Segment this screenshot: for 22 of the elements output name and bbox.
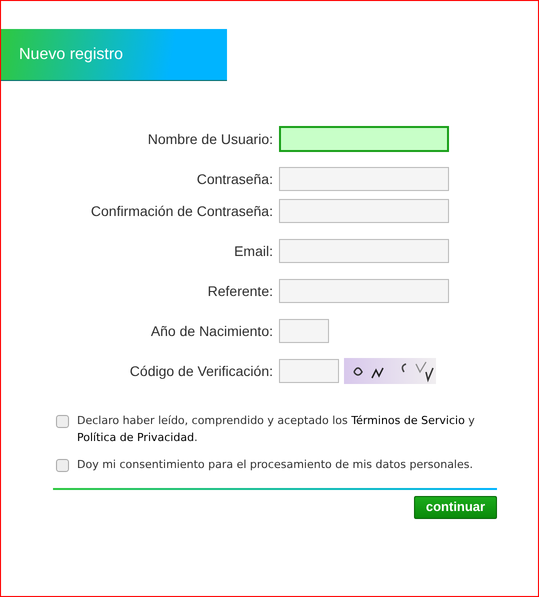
- input-field[interactable]: [279, 167, 449, 191]
- continue-button[interactable]: continuar: [414, 496, 497, 518]
- field-label: Año de Nacimiento:: [150, 322, 274, 340]
- agreement-text: Doy mi consentimiento para el procesamiento de mis datos personales.: [77, 457, 473, 473]
- input-field[interactable]: [279, 126, 449, 152]
- checkbox[interactable]: [56, 415, 69, 428]
- agreement-text: Declaro haber leído, comprendido y aceptado los Términos de Servicio y Política de Privacidad.: [77, 413, 476, 446]
- captcha-field[interactable]: [279, 359, 339, 383]
- year-field[interactable]: [279, 319, 329, 343]
- field-label: Confirmación de Contraseña:: [90, 202, 274, 220]
- field-label: Email:: [233, 242, 274, 260]
- terms-link[interactable]: Política de Privacidad: [77, 430, 194, 444]
- page-title: Nuevo registro: [19, 44, 124, 64]
- field-label: Referente:: [206, 282, 274, 300]
- terms-link[interactable]: Términos de Servicio: [351, 414, 465, 427]
- field-label: Código de Verificación:: [128, 362, 274, 381]
- input-field[interactable]: [279, 199, 449, 223]
- field-label: Contraseña:: [196, 170, 274, 188]
- input-field[interactable]: [279, 239, 449, 263]
- input-field[interactable]: [279, 279, 449, 303]
- field-label: Nombre de Usuario:: [146, 130, 274, 148]
- checkbox[interactable]: [56, 459, 69, 472]
